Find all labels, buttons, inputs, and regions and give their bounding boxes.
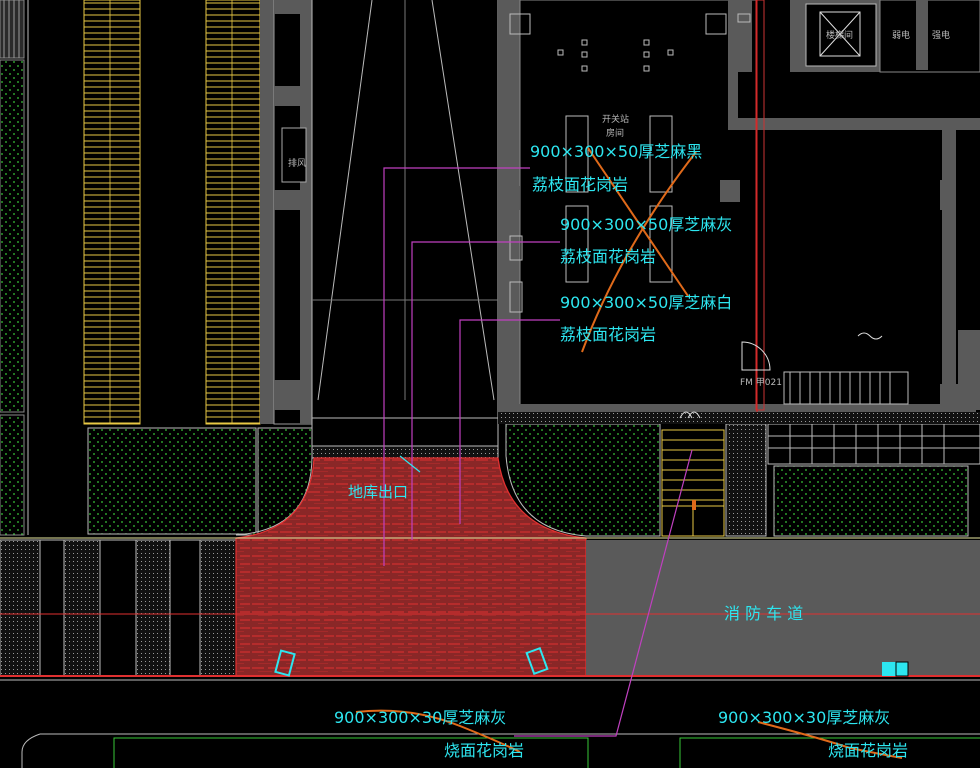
room-stair-label: 楼梯间 bbox=[826, 29, 853, 41]
switch-room-label-b: 房间 bbox=[606, 127, 624, 139]
building-right: 楼梯间 弱电 强电 开关站 房间 FM 甲021 bbox=[498, 0, 980, 424]
spec-bottom-right-a: 900×300×30厚芝麻灰 bbox=[718, 708, 890, 727]
lower-left-pavement bbox=[0, 539, 237, 677]
left-lawn-strip bbox=[0, 0, 29, 536]
garage-ramp bbox=[311, 0, 499, 459]
spec-top-2a: 900×300×50厚芝麻灰 bbox=[560, 215, 732, 234]
room-elec2-label: 强电 bbox=[932, 29, 950, 41]
spec-top-1a: 900×300×50厚芝麻黑 bbox=[530, 142, 702, 161]
spec-bottom-right-b: 烧面花岗岩 bbox=[828, 741, 908, 760]
room-exhaust-label: 排风 bbox=[288, 157, 306, 169]
spec-top-1b: 荔枝面花岗岩 bbox=[532, 175, 628, 194]
switch-room-label-a: 开关站 bbox=[602, 113, 629, 125]
cad-floor-plan: 排风 楼梯间 弱电 强电 开关站 房间 FM 甲021 消 防 车 道 900×… bbox=[0, 0, 980, 768]
spec-bottom-left-a: 900×300×30厚芝麻灰 bbox=[334, 708, 506, 727]
fire-lane-label: 消 防 车 道 bbox=[724, 604, 803, 623]
spec-bottom-left-b: 烧面花岗岩 bbox=[444, 741, 524, 760]
garage-exit-label: 地库出口 bbox=[348, 483, 408, 501]
spec-top-3a: 900×300×50厚芝麻白 bbox=[560, 293, 732, 312]
ramp-left-wall: 排风 bbox=[260, 0, 313, 425]
door-tag: FM 甲021 bbox=[740, 377, 782, 388]
spec-top-2b: 荔枝面花岗岩 bbox=[560, 247, 656, 266]
parking-stalls bbox=[83, 0, 261, 425]
spec-top-3b: 荔枝面花岗岩 bbox=[560, 325, 656, 344]
room-elec1-label: 弱电 bbox=[892, 29, 910, 41]
